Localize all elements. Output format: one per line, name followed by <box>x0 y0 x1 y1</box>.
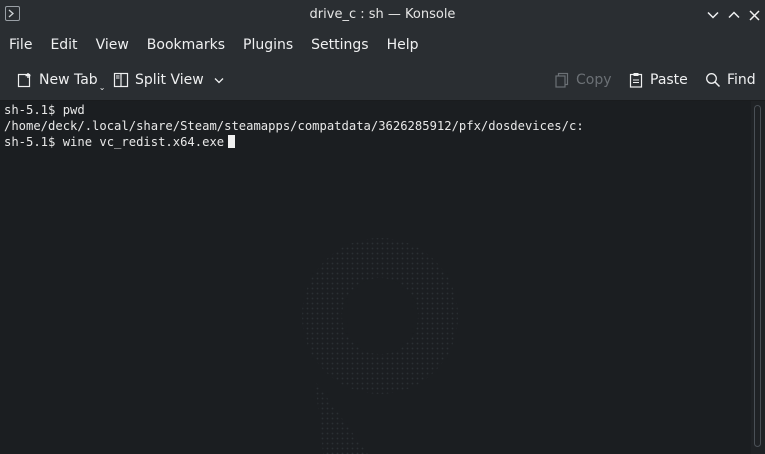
menu-view[interactable]: View <box>87 30 138 60</box>
menu-help[interactable]: Help <box>378 30 428 60</box>
menu-plugins[interactable]: Plugins <box>234 30 302 60</box>
find-label: Find <box>727 72 756 88</box>
close-button[interactable] <box>745 6 763 24</box>
menu-bar: File Edit View Bookmarks Plugins Setting… <box>0 30 765 60</box>
toolbar: New Tab ⌄ Split View Copy Paste Find <box>0 60 765 101</box>
steam-logo-watermark <box>302 238 458 454</box>
terminal-line-3: sh-5.1$ wine vc_redist.x64.exe <box>4 133 236 151</box>
title-bar[interactable]: drive_c : sh — Konsole <box>0 0 765 30</box>
scrollbar-thumb[interactable] <box>754 105 761 447</box>
new-tab-button[interactable]: New Tab ⌄ <box>16 60 105 100</box>
menu-settings[interactable]: Settings <box>302 30 377 60</box>
current-command: sh-5.1$ wine vc_redist.x64.exe <box>4 135 225 149</box>
menu-edit[interactable]: Edit <box>41 30 86 60</box>
copy-icon <box>553 71 571 89</box>
copy-button[interactable]: Copy <box>553 60 612 100</box>
minimize-button[interactable] <box>704 6 722 24</box>
menu-bookmarks[interactable]: Bookmarks <box>138 30 234 60</box>
chevron-up-icon <box>728 11 740 19</box>
window-title: drive_c : sh — Konsole <box>309 7 456 22</box>
paste-label: Paste <box>650 72 688 88</box>
split-view-icon <box>112 71 130 89</box>
find-button[interactable]: Find <box>704 60 756 100</box>
maximize-button[interactable] <box>725 6 743 24</box>
split-view-button[interactable]: Split View <box>112 60 224 100</box>
paste-button[interactable]: Paste <box>627 60 688 100</box>
new-tab-label: New Tab <box>39 72 98 88</box>
vertical-scrollbar[interactable] <box>751 101 765 454</box>
split-view-label: Split View <box>135 72 204 88</box>
terminal-view[interactable]: sh-5.1$ pwd /home/deck/.local/share/Stea… <box>0 101 751 454</box>
close-icon <box>748 9 760 21</box>
chevron-down-icon <box>214 72 224 88</box>
menu-file[interactable]: File <box>0 30 41 60</box>
search-icon <box>704 71 722 89</box>
copy-label: Copy <box>576 72 612 88</box>
new-tab-icon <box>16 71 34 89</box>
new-tab-dropdown-indicator: ⌄ <box>98 82 106 92</box>
paste-icon <box>627 71 645 89</box>
text-cursor <box>228 135 236 148</box>
chevron-down-icon <box>707 11 719 19</box>
konsole-window: drive_c : sh — Konsole File Edit View Bo… <box>0 0 765 454</box>
